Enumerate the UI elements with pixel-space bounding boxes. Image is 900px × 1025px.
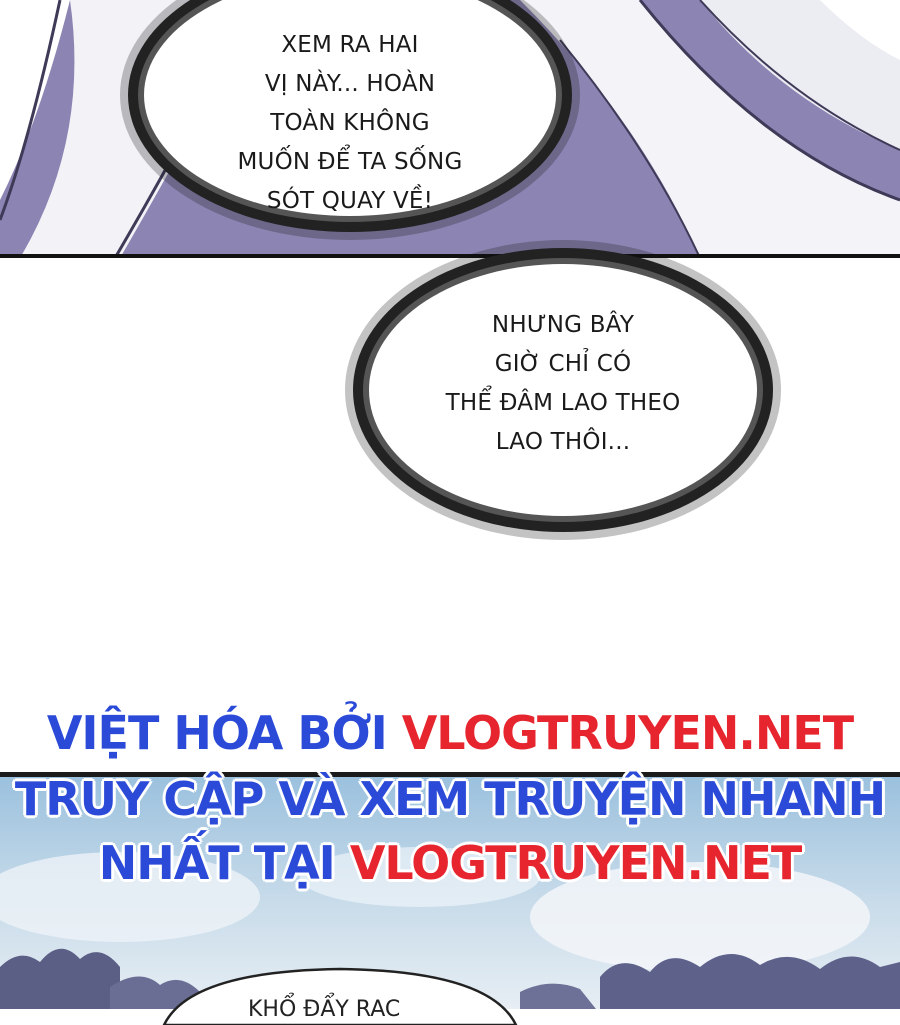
bubble-1-text: XEM RA HAI VỊ NÀY... HOÀN TOÀN KHÔNG MUỐ… (200, 26, 500, 221)
bubble-1-line: XEM RA HAI (281, 32, 419, 58)
bubble-1-line: SÓT QUAY VỀ! (266, 188, 434, 214)
credit-prefix: NHẤT TẠI (98, 836, 350, 890)
bubble-3-text: KHỔ ĐẨY RAC (248, 997, 401, 1022)
credit-line-1: VIỆT HÓA BỞI VLOGTRUYEN.NET (0, 706, 900, 760)
credit-site-link[interactable]: VLOGTRUYEN.NET (402, 706, 854, 760)
bubble-2-line: NHƯNG BÂY (491, 312, 635, 338)
credit-text: TRUY CẬP VÀ XEM TRUYỆN NHANH (14, 772, 886, 826)
bubble-2-line: LAO THÔI... (495, 429, 631, 455)
bubble-1-line: TOÀN KHÔNG (270, 110, 430, 136)
credit-line-3: NHẤT TẠI VLOGTRUYEN.NET (0, 836, 900, 890)
bubble-1-line: VỊ NÀY... HOÀN (264, 71, 436, 97)
credit-prefix: VIỆT HÓA BỞI (46, 706, 402, 760)
bubble-2-line: GIỜ CHỈ CÓ (494, 351, 632, 377)
bubble-2-text: NHƯNG BÂY GIỜ CHỈ CÓ THỂ ĐÂM LAO THEO LA… (413, 306, 713, 462)
credit-site-link[interactable]: VLOGTRUYEN.NET (350, 836, 802, 890)
credit-line-2: TRUY CẬP VÀ XEM TRUYỆN NHANH (0, 772, 900, 826)
bubble-2-line: THỂ ĐÂM LAO THEO (445, 390, 681, 416)
bubble-1-line: MUỐN ĐỂ TA SỐNG (237, 149, 463, 175)
